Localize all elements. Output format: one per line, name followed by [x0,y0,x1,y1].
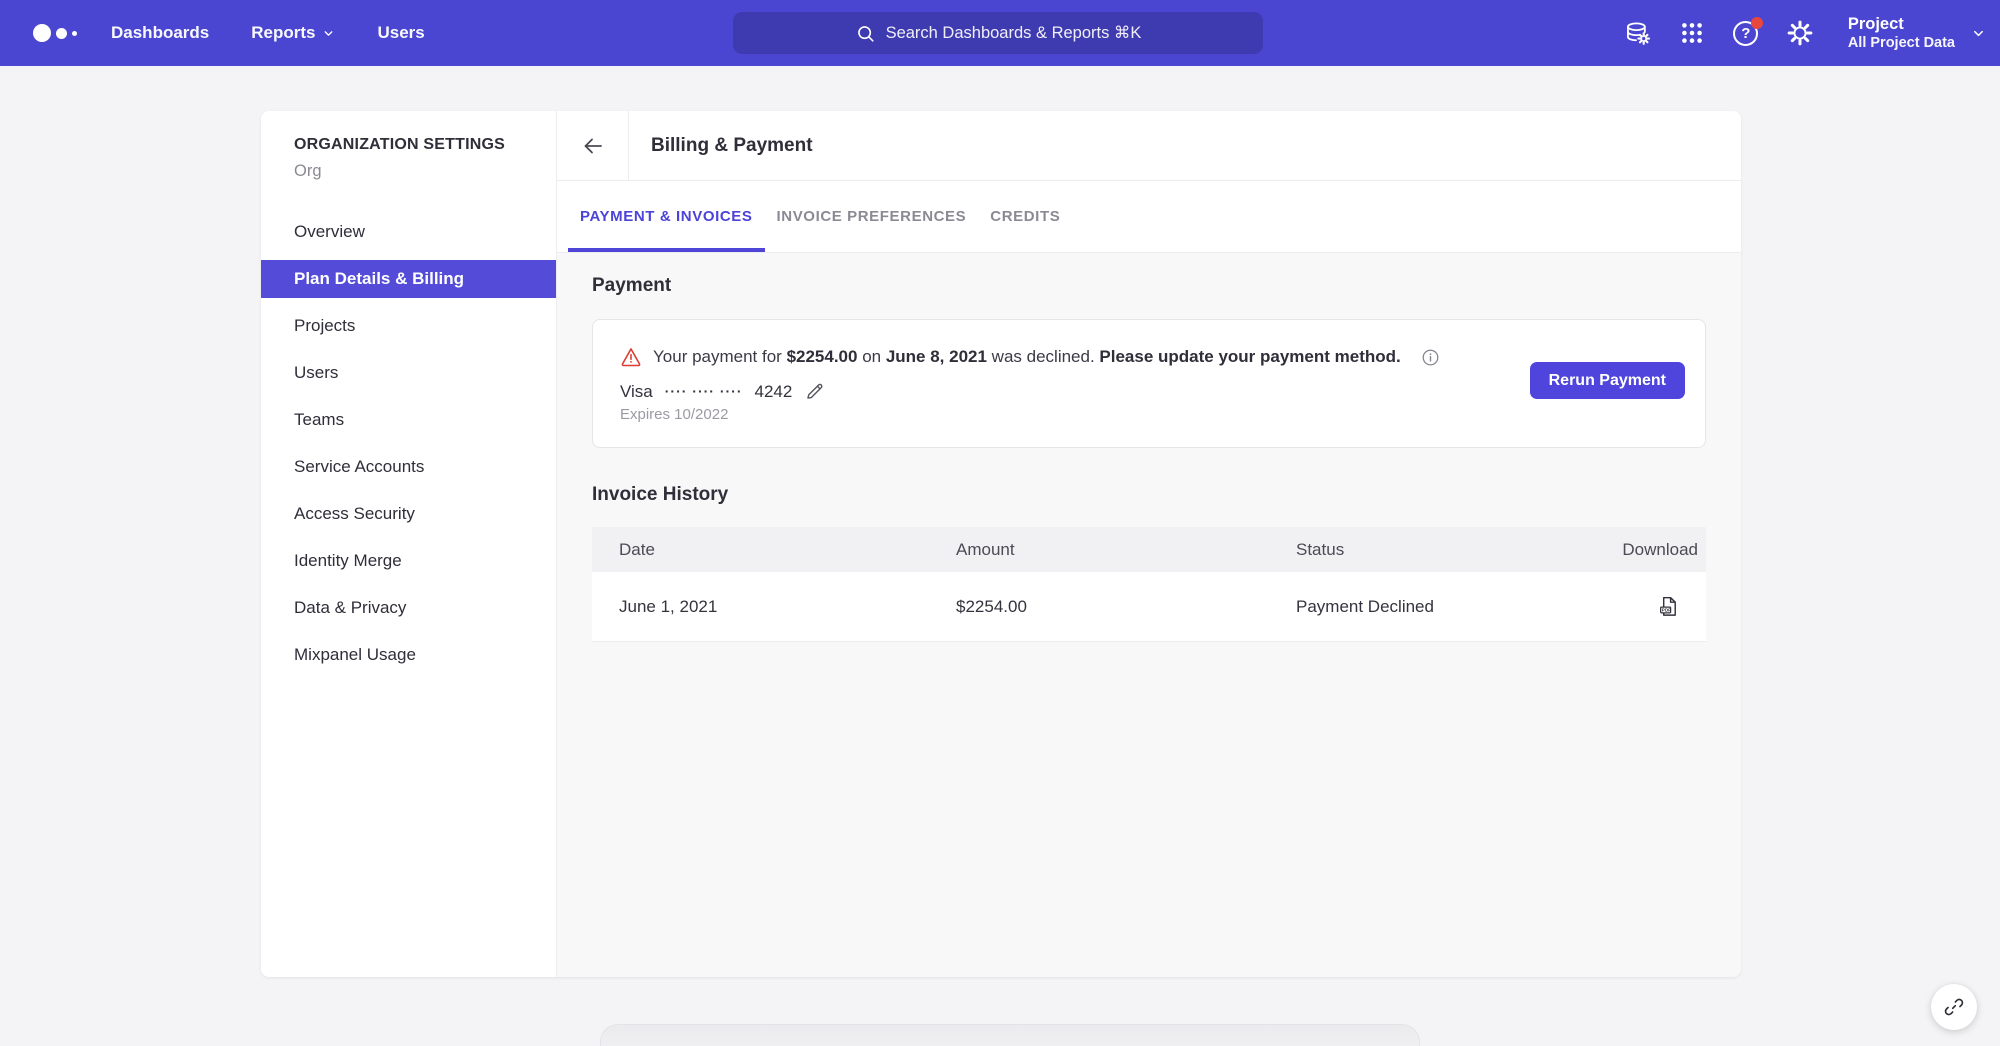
search-input[interactable]: Search Dashboards & Reports ⌘K [733,12,1263,54]
data-management-icon[interactable] [1624,19,1652,47]
card-expiry: Expires 10/2022 [620,406,1678,423]
help-icon[interactable]: ? [1732,19,1760,47]
tab-content: Payment Your payment for $2254.00 on Jun… [557,253,1741,977]
declined-amount: $2254.00 [787,347,858,366]
col-amount: Amount [956,540,1296,560]
back-button[interactable] [557,111,629,180]
nav-users-label: Users [377,23,424,43]
settings-panel: ORGANIZATION SETTINGS Org Overview Plan … [261,111,1741,977]
payment-section-title: Payment [592,275,1706,297]
sidebar-item-overview[interactable]: Overview [261,213,556,251]
sidebar-item-projects[interactable]: Projects [261,307,556,345]
copy-link-button[interactable] [1931,984,1977,1030]
arrow-left-icon [581,134,605,158]
sidebar-item-identity-merge[interactable]: Identity Merge [261,542,556,580]
edit-pencil-icon[interactable] [804,381,825,402]
col-date: Date [592,540,956,560]
mixpanel-logo-icon[interactable] [33,24,77,42]
sidebar-item-data-privacy[interactable]: Data & Privacy [261,589,556,627]
warning-triangle-icon [620,346,642,368]
download-pdf-icon[interactable]: PDF [1657,595,1680,618]
invoice-status: Payment Declined [1296,597,1586,617]
billing-tabs: PAYMENT & INVOICES INVOICE PREFERENCES C… [557,181,1741,253]
sidebar-item-teams[interactable]: Teams [261,401,556,439]
search-icon [855,23,876,44]
chevron-down-icon [1971,26,1986,41]
nav-dashboards[interactable]: Dashboards [111,23,209,43]
project-selector[interactable]: Project All Project Data [1848,14,1986,53]
invoice-amount: $2254.00 [956,597,1296,617]
rerun-payment-button[interactable]: Rerun Payment [1530,362,1685,399]
nav-reports-label: Reports [251,23,315,43]
sidebar-item-plan-details-billing[interactable]: Plan Details & Billing [261,260,556,298]
sidebar-heading: ORGANIZATION SETTINGS [261,136,556,154]
payment-warning: Your payment for $2254.00 on June 8, 202… [620,346,1678,368]
payment-card: Your payment for $2254.00 on June 8, 202… [592,319,1706,448]
sidebar-item-users[interactable]: Users [261,354,556,392]
col-download: Download [1586,540,1706,560]
payment-method: Visa ···· ···· ···· 4242 [620,381,1678,402]
tab-credits[interactable]: CREDITS [978,181,1072,252]
project-selector-value: All Project Data [1848,34,1955,52]
settings-sidebar: ORGANIZATION SETTINGS Org Overview Plan … [261,111,557,977]
col-status: Status [1296,540,1586,560]
tab-payment-invoices[interactable]: PAYMENT & INVOICES [568,181,765,252]
declined-date: June 8, 2021 [886,347,987,366]
invoice-table: Date Amount Status Download June 1, 2021… [592,527,1706,642]
tab-invoice-preferences[interactable]: INVOICE PREFERENCES [765,181,979,252]
chevron-down-icon [322,27,335,40]
notification-dot [1751,17,1763,29]
card-last4: 4242 [755,382,793,402]
invoice-date: June 1, 2021 [592,597,956,617]
link-icon [1943,996,1965,1018]
top-navigation: Dashboards Reports Users Search Dashboar… [0,0,2000,66]
info-icon[interactable] [1421,348,1440,367]
card-masked-digits: ···· ···· ···· [665,383,743,399]
search-placeholder: Search Dashboards & Reports ⌘K [886,23,1142,43]
nav-reports[interactable]: Reports [251,23,335,43]
primary-nav: Dashboards Reports Users [111,23,425,43]
settings-gear-icon[interactable] [1786,19,1814,47]
org-name: Org [261,154,556,181]
card-brand: Visa [620,382,653,402]
invoice-history-title: Invoice History [592,484,1706,506]
page-header: Billing & Payment [557,111,1741,181]
warning-text: Your payment for $2254.00 on June 8, 202… [653,347,1401,367]
sidebar-item-service-accounts[interactable]: Service Accounts [261,448,556,486]
svg-text:PDF: PDF [1662,608,1671,613]
project-selector-title: Project [1848,14,1955,35]
nav-dashboards-label: Dashboards [111,23,209,43]
sidebar-item-access-security[interactable]: Access Security [261,495,556,533]
invoice-table-header: Date Amount Status Download [592,527,1706,572]
warning-action-text: Please update your payment method. [1099,347,1400,366]
invoice-row: June 1, 2021 $2254.00 Payment Declined P… [592,572,1706,642]
billing-main: Billing & Payment PAYMENT & INVOICES INV… [557,111,1741,977]
sidebar-menu: Overview Plan Details & Billing Projects… [261,213,556,674]
nav-users[interactable]: Users [377,23,424,43]
sidebar-item-mixpanel-usage[interactable]: Mixpanel Usage [261,636,556,674]
page-title: Billing & Payment [629,135,813,157]
below-fold-card-edge [600,1024,1420,1046]
apps-grid-icon[interactable] [1678,19,1706,47]
nav-utilities: ? Project All Project Data [1624,0,1986,66]
